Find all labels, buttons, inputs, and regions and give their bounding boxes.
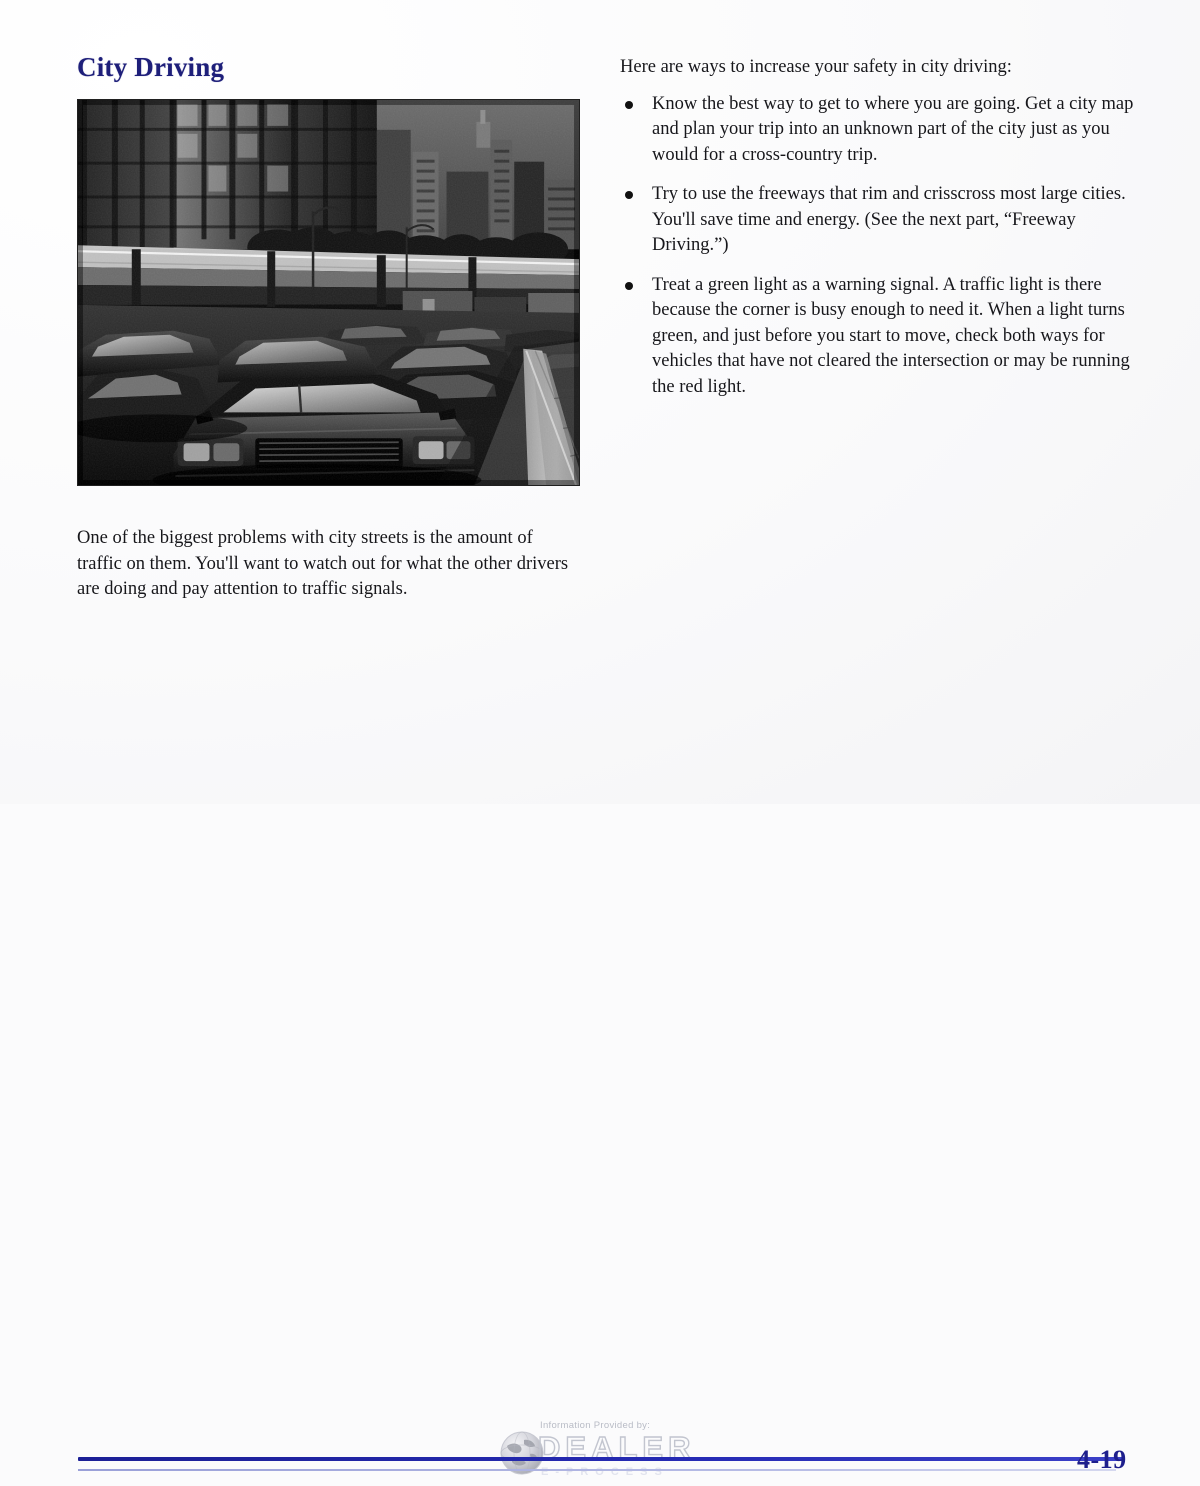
- left-column: City Driving One of the biggest problems…: [77, 52, 587, 603]
- dealer-watermark: Information Provided by: DEALER E-PROCES…: [497, 1416, 797, 1486]
- page-number: 4-19: [1077, 1445, 1127, 1474]
- bullet-icon: [625, 100, 633, 109]
- footer-rule-secondary: [78, 1469, 1116, 1471]
- list-item: Treat a green light as a warning signal.…: [620, 273, 1135, 401]
- list-item-text: Treat a green light as a warning signal.…: [652, 274, 1130, 397]
- watermark-label: Information Provided by:: [540, 1420, 651, 1431]
- figure-caption: One of the biggest problems with city st…: [77, 528, 569, 599]
- list-item: Try to use the freeways that rim and cri…: [620, 182, 1135, 259]
- bullet-icon: [625, 281, 633, 290]
- right-column: Here are ways to increase your safety in…: [620, 55, 1135, 414]
- document-page: City Driving One of the biggest problems…: [0, 0, 1200, 1478]
- list-item-text: Try to use the freeways that rim and cri…: [652, 184, 1126, 255]
- safety-tips-list: Know the best way to get to where you ar…: [620, 92, 1135, 401]
- page-footer: Information Provided by: DEALER E-PROCES…: [0, 694, 1200, 1478]
- list-item: Know the best way to get to where you ar…: [620, 92, 1135, 169]
- city-traffic-photo: [77, 99, 580, 486]
- bullet-icon: [625, 191, 633, 199]
- watermark-subtext: E-PROCESS: [541, 1466, 669, 1478]
- footer-rule-primary: [78, 1457, 1123, 1461]
- city-traffic-photo-graphic: [78, 100, 579, 485]
- list-item-text: Know the best way to get to where you ar…: [652, 93, 1134, 165]
- safety-intro-text: Here are ways to increase your safety in…: [620, 57, 1012, 77]
- page-title: City Driving: [77, 52, 225, 82]
